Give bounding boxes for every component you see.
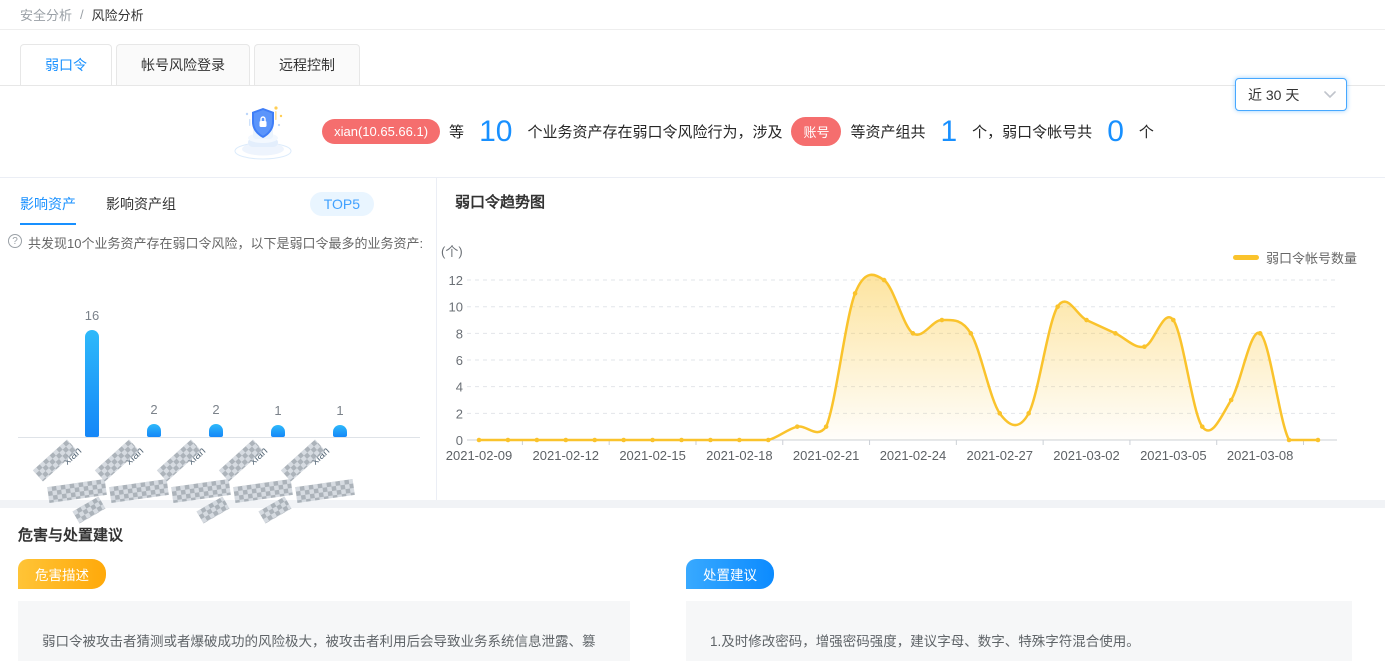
summary-text: 等 — [449, 121, 464, 142]
tab-remote-control[interactable]: 远程控制 — [254, 44, 360, 85]
bar-value-label: 2 — [196, 402, 236, 417]
svg-text:2021-02-21: 2021-02-21 — [793, 448, 860, 463]
svg-text:2021-03-02: 2021-03-02 — [1053, 448, 1120, 463]
svg-text:2021-02-27: 2021-02-27 — [966, 448, 1033, 463]
period-select[interactable]: 近 30 天 — [1235, 78, 1347, 111]
suggestion-box: 1.及时修改密码，增强密码强度，建议字母、数字、特殊字符混合使用。 2.对于弱口… — [686, 601, 1352, 661]
tab-bar: 弱口令 帐号风险登录 远程控制 近 30 天 — [0, 30, 1385, 86]
weak-account-count: 0 — [1107, 117, 1124, 147]
summary-text: 个 — [1139, 121, 1154, 142]
svg-text:6: 6 — [456, 353, 463, 368]
bar — [271, 425, 285, 437]
bar — [209, 424, 223, 437]
tab-account-risk-login[interactable]: 帐号风险登录 — [116, 44, 250, 85]
tab-impact-asset-groups[interactable]: 影响资产组 — [106, 194, 176, 225]
help-icon: ? — [8, 234, 22, 248]
breadcrumb-item-security-analysis[interactable]: 安全分析 — [20, 5, 72, 24]
trend-line-chart: 0 2 4 6 8 10 12 (个) 2021-02-09 2021-02-12 2021-02-… — [437, 242, 1377, 487]
period-select-value: 近 30 天 — [1248, 85, 1299, 105]
suggestion-badge: 处置建议 — [686, 559, 774, 589]
top5-badge: TOP5 — [310, 192, 374, 216]
impact-assets-panel: 影响资产 影响资产组 TOP5 ? 共发现10个业务资产存在弱口令风险，以下是弱… — [0, 178, 437, 500]
bar-value-label: 2 — [134, 402, 174, 417]
suggestion-line: 2.对于弱口令较多的业务系统，及时上线强制性的密码校验能力，避免被攻击利用。 — [710, 656, 1328, 661]
chevron-down-icon — [1324, 91, 1336, 99]
summary-text: 个，弱口令帐号共 — [972, 121, 1092, 142]
bar-value-label: 16 — [72, 308, 112, 323]
trend-panel: 弱口令趋势图 弱口令帐号数量 024681012(个)2021-02-09202… — [437, 178, 1385, 500]
harm-description-box: 弱口令被攻击者猜测或者爆破成功的风险极大，被攻击者利用后会导致业务系统信息泄露、… — [18, 601, 630, 661]
bar — [147, 424, 161, 437]
tab-impact-assets[interactable]: 影响资产 — [20, 194, 76, 225]
bar-value-label: 1 — [320, 403, 360, 418]
svg-text:4: 4 — [456, 380, 463, 395]
svg-text:2021-02-09: 2021-02-09 — [446, 448, 513, 463]
bar — [333, 425, 347, 437]
svg-text:10: 10 — [449, 300, 463, 315]
summary-row: xian(10.65.66.1) 等 10 个业务资产存在弱口令风险行为，涉及 … — [0, 86, 1385, 178]
harm-description-text: 弱口令被攻击者猜测或者爆破成功的风险极大，被攻击者利用后会导致业务系统信息泄露、… — [42, 634, 596, 661]
advice-section: 危害与处置建议 危害描述 弱口令被攻击者猜测或者爆破成功的风险极大，被攻击者利用… — [0, 508, 1385, 661]
asset-count: 10 — [479, 117, 512, 147]
breadcrumb-item-risk-analysis: 风险分析 — [92, 5, 144, 24]
harm-description-badge: 危害描述 — [18, 559, 106, 589]
svg-text:2021-02-12: 2021-02-12 — [533, 448, 600, 463]
asset-group-badge: 账号 — [791, 117, 841, 146]
main-panels: 影响资产 影响资产组 TOP5 ? 共发现10个业务资产存在弱口令风险，以下是弱… — [0, 178, 1385, 500]
redaction-mosaic — [295, 479, 355, 503]
summary-text: 个业务资产存在弱口令风险行为，涉及 — [527, 121, 782, 142]
bar-chart-axis — [18, 437, 420, 438]
breadcrumb-separator: / — [80, 7, 84, 22]
svg-text:2021-02-24: 2021-02-24 — [880, 448, 947, 463]
asset-badge: xian(10.65.66.1) — [322, 119, 440, 144]
svg-text:0: 0 — [456, 433, 463, 448]
suggestion-line: 1.及时修改密码，增强密码强度，建议字母、数字、特殊字符混合使用。 — [710, 627, 1328, 656]
impact-assets-description: 共发现10个业务资产存在弱口令风险，以下是弱口令最多的业务资产: — [28, 233, 423, 252]
svg-text:8: 8 — [456, 326, 463, 341]
breadcrumb: 安全分析 / 风险分析 — [0, 0, 1385, 30]
advice-heading: 危害与处置建议 — [18, 524, 1360, 545]
svg-text:2021-03-05: 2021-03-05 — [1140, 448, 1207, 463]
svg-text:2021-02-15: 2021-02-15 — [619, 448, 686, 463]
svg-text:2: 2 — [456, 406, 463, 421]
redaction-mosaic — [109, 479, 169, 503]
svg-text:(个): (个) — [441, 244, 463, 259]
tab-weak-password[interactable]: 弱口令 — [20, 44, 112, 85]
bar-value-label: 1 — [258, 403, 298, 418]
svg-text:2021-02-18: 2021-02-18 — [706, 448, 773, 463]
shield-lock-illustration-icon — [231, 98, 295, 166]
bar — [85, 330, 99, 437]
top5-bar-chart: 16xian2xian2xian1xian1xian — [0, 258, 437, 500]
svg-text:2021-03-08: 2021-03-08 — [1227, 448, 1294, 463]
group-count: 1 — [940, 117, 957, 147]
summary-text: 等资产组共 — [850, 121, 925, 142]
trend-chart-title: 弱口令趋势图 — [455, 191, 545, 212]
svg-text:12: 12 — [449, 273, 463, 288]
